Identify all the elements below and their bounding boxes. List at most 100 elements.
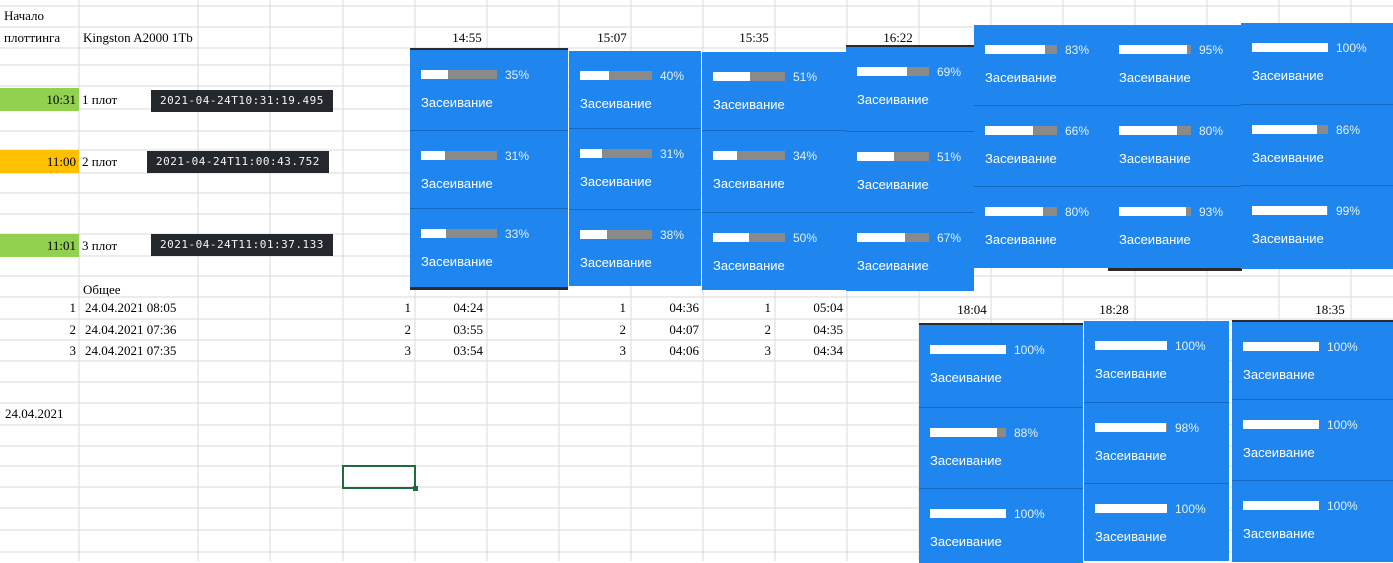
total-row-3-n[interactable]: 3: [0, 343, 77, 359]
progress-bar-fill: [580, 230, 607, 239]
snapshot-column-1: 35% Засеивание 31% Засеивание 33% Засеивание: [410, 48, 568, 290]
dur-b-t-2[interactable]: 04:07: [631, 322, 699, 338]
dur-a-n-3[interactable]: 3: [343, 343, 412, 359]
progress-percent: 100%: [1327, 499, 1358, 513]
plot-progress-card: 67% Засеивание: [846, 212, 974, 291]
stage-label: Засеивание: [421, 254, 493, 269]
progress-percent: 69%: [937, 65, 962, 79]
progress-percent: 100%: [1336, 41, 1367, 55]
progress-bar: [580, 230, 652, 239]
total-row-3-date[interactable]: 24.04.2021 07:35: [85, 343, 176, 359]
total-row-2-n[interactable]: 2: [0, 322, 77, 338]
dur-c-n-2[interactable]: 2: [703, 322, 772, 338]
total-label[interactable]: Общее: [83, 282, 121, 298]
progress-bar: [421, 229, 497, 238]
dur-c-t-3[interactable]: 04:34: [775, 343, 843, 359]
plot-1-start[interactable]: 10:31: [0, 92, 76, 108]
progress-percent: 33%: [505, 227, 530, 241]
progress-bar: [930, 345, 1006, 354]
plot-3-timestamp: 2021-04-24T11:01:37.133: [151, 234, 333, 256]
dur-a-t-1[interactable]: 04:24: [415, 300, 483, 316]
total-row-1-n[interactable]: 1: [0, 300, 77, 316]
progress-bar: [857, 233, 929, 242]
dur-b-n-2[interactable]: 2: [558, 322, 627, 338]
total-row-2-date[interactable]: 24.04.2021 07:36: [85, 322, 176, 338]
progress-percent: 31%: [660, 147, 685, 161]
plot-progress-card: 40% Засеивание: [569, 51, 701, 128]
snapshot-column-4: 69% Засеивание 51% Засеивание 67% Засеивание: [846, 45, 974, 291]
stage-label: Засеивание: [1243, 367, 1315, 382]
progress-percent: 93%: [1199, 205, 1224, 219]
progress-bar-fill: [1119, 126, 1177, 135]
stage-label: Засеивание: [713, 97, 785, 112]
stage-label: Засеивание: [580, 174, 652, 189]
dur-c-t-2[interactable]: 04:35: [775, 322, 843, 338]
dur-b-t-3[interactable]: 04:06: [631, 343, 699, 359]
plot-progress-card: 31% Засеивание: [569, 128, 701, 210]
snapshot-column-3: 51% Засеивание 34% Засеивание 50% Засеивание: [702, 52, 846, 290]
time-header-1[interactable]: 14:55: [415, 30, 519, 46]
dur-b-n-3[interactable]: 3: [558, 343, 627, 359]
plot-progress-card: 93% Засеивание: [1108, 186, 1242, 268]
snapshot-column-9: 100% Засеивание 98% Засеивание 100% Засеивани…: [1084, 321, 1229, 561]
progress-bar-fill: [1252, 125, 1317, 134]
progress-bar: [1095, 341, 1167, 350]
dur-b-n-1[interactable]: 1: [558, 300, 627, 316]
plot-progress-card: 83% Засеивание: [974, 25, 1108, 105]
header-start-label-2: плоттинга: [4, 30, 61, 45]
stage-label: Засеивание: [985, 232, 1057, 247]
dur-c-n-1[interactable]: 1: [703, 300, 772, 316]
stage-label: Засеивание: [1243, 526, 1315, 541]
plot-3-start[interactable]: 11:01: [0, 238, 76, 254]
progress-bar-fill: [985, 126, 1033, 135]
time-header-6[interactable]: 18:28: [1062, 302, 1166, 318]
progress-percent: 35%: [505, 68, 530, 82]
date-cell[interactable]: 24.04.2021: [5, 406, 64, 422]
selected-cell[interactable]: [342, 465, 418, 491]
stage-label: Засеивание: [985, 151, 1057, 166]
time-header-3[interactable]: 15:35: [702, 30, 806, 46]
progress-percent: 51%: [937, 150, 962, 164]
plot-1-name[interactable]: 1 плот: [82, 92, 117, 108]
stage-label: Засеивание: [1252, 150, 1324, 165]
progress-bar: [713, 151, 785, 160]
time-header-4[interactable]: 16:22: [846, 30, 950, 46]
time-header-2[interactable]: 15:07: [560, 30, 664, 46]
progress-bar-fill: [713, 72, 750, 81]
progress-bar: [1095, 423, 1167, 432]
stage-label: Засеивание: [1119, 70, 1191, 85]
plot-3-name[interactable]: 3 плот: [82, 238, 117, 254]
progress-bar: [930, 428, 1006, 437]
progress-percent: 80%: [1199, 124, 1224, 138]
progress-percent: 50%: [793, 231, 818, 245]
total-row-1-date[interactable]: 24.04.2021 08:05: [85, 300, 176, 316]
dur-a-n-1[interactable]: 1: [343, 300, 412, 316]
plot-progress-card: 80% Засеивание: [974, 186, 1108, 268]
dur-a-n-2[interactable]: 2: [343, 322, 412, 338]
plot-2-start[interactable]: 11:00: [0, 154, 76, 170]
plot-progress-card: 38% Засеивание: [569, 209, 701, 286]
plot-progress-card: 51% Засеивание: [702, 52, 846, 130]
header-start-label: Начало: [4, 8, 45, 23]
dur-a-t-2[interactable]: 03:55: [415, 322, 483, 338]
plot-progress-card: 35% Засеивание: [410, 50, 568, 130]
dur-b-t-1[interactable]: 04:36: [631, 300, 699, 316]
progress-bar: [713, 72, 785, 81]
progress-percent: 100%: [1014, 507, 1045, 521]
progress-bar-fill: [421, 151, 445, 160]
plot-2-name[interactable]: 2 плот: [82, 154, 117, 170]
progress-percent: 31%: [505, 149, 530, 163]
progress-bar-fill: [1243, 501, 1319, 510]
dur-c-n-3[interactable]: 3: [703, 343, 772, 359]
dur-c-t-1[interactable]: 05:04: [775, 300, 843, 316]
progress-bar: [857, 152, 929, 161]
stage-label: Засеивание: [985, 70, 1057, 85]
time-header-5[interactable]: 18:04: [920, 302, 1024, 318]
time-header-7[interactable]: 18:35: [1278, 302, 1382, 318]
progress-percent: 100%: [1175, 502, 1206, 516]
progress-percent: 98%: [1175, 421, 1200, 435]
progress-percent: 99%: [1336, 204, 1361, 218]
dur-a-t-3[interactable]: 03:54: [415, 343, 483, 359]
plot-progress-card: 88% Засеивание: [919, 407, 1083, 489]
progress-bar-fill: [1252, 43, 1328, 52]
